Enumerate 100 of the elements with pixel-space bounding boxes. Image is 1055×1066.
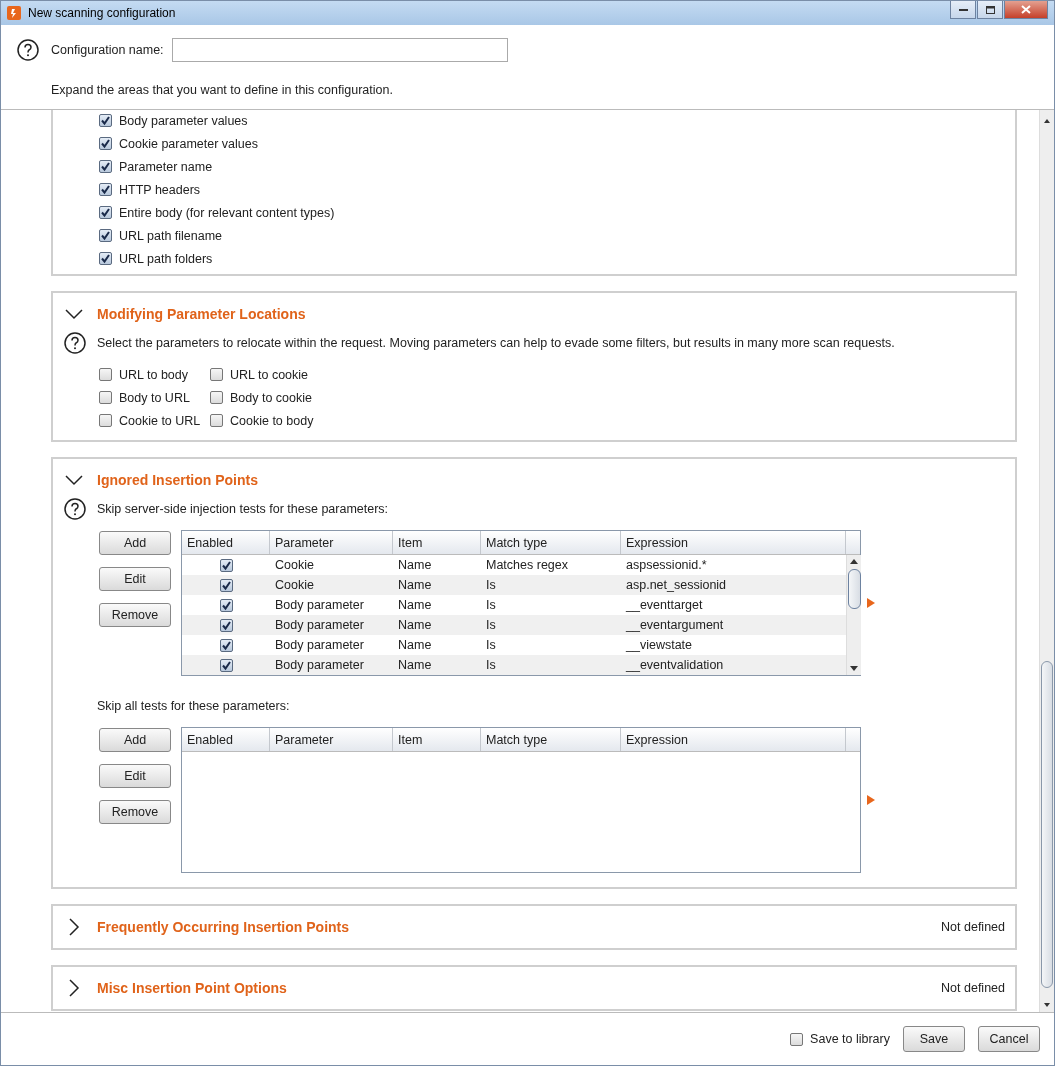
enabled-checkbox[interactable] [219,598,233,612]
table-action-button[interactable]: Edit [99,567,171,591]
checkbox-label: URL path folders [119,251,213,266]
close-icon [1021,5,1031,14]
column-header[interactable]: Expression [621,531,846,554]
table-cell-text: Is [485,618,497,632]
checkbox[interactable] [210,368,223,381]
enabled-checkbox[interactable] [219,658,233,672]
section-title[interactable]: Modifying Parameter Locations [97,306,306,322]
vertical-scrollbar[interactable] [1039,110,1054,1012]
column-header[interactable]: Expression [621,728,846,751]
checkbox[interactable] [99,137,112,150]
checkbox[interactable] [99,229,112,242]
checkbox[interactable] [99,391,112,404]
maximize-button[interactable] [977,1,1003,19]
table-cell-text: Body parameter [274,658,365,672]
minimize-button[interactable] [950,1,976,19]
checkbox[interactable] [210,414,223,427]
column-header[interactable]: Parameter [270,531,393,554]
enabled-checkbox[interactable] [219,618,233,632]
table-scrollbar[interactable] [846,555,861,675]
app-icon [7,6,21,20]
checkbox-label: Save to library [810,1032,890,1046]
checkbox-label: Body to URL [119,390,190,405]
checkbox-label: URL path filename [119,228,223,243]
table-cell-text: Is [485,598,497,612]
maximize-icon [985,5,995,14]
checkbox-label: URL to cookie [230,367,309,382]
table-cell-text: Body parameter [274,638,365,652]
configuration-name-label: Configuration name: [51,43,164,57]
column-header[interactable]: Parameter [270,728,393,751]
table-cell-text: Cookie [274,558,315,572]
table-action-button[interactable]: Edit [99,764,171,788]
table-cell-text: Name [397,578,433,592]
enabled-checkbox[interactable] [219,578,233,592]
checkbox[interactable] [790,1032,804,1046]
table-cell-text: Name [397,658,433,672]
checkbox-label: URL to body [119,367,189,382]
table-caption: Skip server-side injection tests for these parameters: [97,502,389,516]
checkbox[interactable] [99,114,112,127]
checkbox[interactable] [99,183,112,196]
table-cell-text: Is [485,578,497,592]
section-title[interactable]: Ignored Insertion Points [97,472,258,488]
table-cell-text: Cookie [274,578,315,592]
section-description: Select the parameters to relocate within the request. Moving parameters can help to evade some filters, but results in many more scan requests. [97,336,895,350]
help-icon[interactable] [64,332,86,354]
table-cell-text: __eventvalidation [625,658,725,672]
table-cell-text: aspsessionid.* [625,558,708,572]
table-cell-text: Name [397,598,433,612]
enabled-checkbox[interactable] [219,558,233,572]
table-cell-text: asp.net_sessionid [625,578,728,592]
dialog-button[interactable]: Save [903,1026,965,1052]
help-icon[interactable] [64,498,86,520]
column-header[interactable]: Match type [481,531,621,554]
checkbox-label: Entire body (for relevant content types) [119,205,335,220]
section-status: Not defined [941,920,1005,934]
table-cell-text: __viewstate [625,638,693,652]
checkbox-label: Body parameter values [119,113,248,128]
table-caption: Skip all tests for these parameters: [97,699,290,713]
column-header[interactable]: Enabled [182,531,270,554]
checkbox-label: Cookie to body [230,413,314,428]
table-cell-text: Body parameter [274,598,365,612]
checkbox[interactable] [99,414,112,427]
table-cell-text: __eventtarget [625,598,704,612]
checkbox[interactable] [99,368,112,381]
section-title[interactable]: Misc Insertion Point Options [97,980,287,996]
checkbox-label: Body to cookie [230,390,312,405]
checkbox[interactable] [99,206,112,219]
column-header[interactable]: Item [393,728,481,751]
enabled-checkbox[interactable] [219,638,233,652]
section-status: Not defined [941,981,1005,995]
expand-arrow-icon[interactable] [867,795,875,805]
table-cell-text: Name [397,638,433,652]
expand-arrow-icon[interactable] [867,598,875,608]
column-header[interactable]: Match type [481,728,621,751]
section-title[interactable]: Frequently Occurring Insertion Points [97,919,350,935]
table-action-button[interactable]: Remove [99,800,171,824]
configuration-name-field[interactable] [171,38,508,62]
checkbox-label: HTTP headers [119,182,201,197]
table-cell-text: Matches regex [485,558,569,572]
table-cell-text: Is [485,638,497,652]
checkbox[interactable] [99,160,112,173]
table-cell-text: Body parameter [274,618,365,632]
table-cell-text: Name [397,558,433,572]
table-action-button[interactable]: Remove [99,603,171,627]
table-action-button[interactable]: Add [99,531,171,555]
column-header[interactable]: Enabled [182,728,270,751]
checkbox[interactable] [210,391,223,404]
window-title: New scanning configuration [28,6,176,20]
table-cell-text: __eventargument [625,618,725,632]
help-icon[interactable] [17,39,39,61]
intro-text: Expand the areas that you want to define in this configuration. [51,83,394,97]
close-button[interactable] [1004,1,1048,19]
table-action-button[interactable]: Add [99,728,171,752]
table-cell-text: Name [397,618,433,632]
checkbox-label: Cookie to URL [119,413,201,428]
column-header[interactable]: Item [393,531,481,554]
dialog-button[interactable]: Cancel [978,1026,1040,1052]
checkbox-label: Parameter name [119,159,213,174]
checkbox[interactable] [99,252,112,265]
